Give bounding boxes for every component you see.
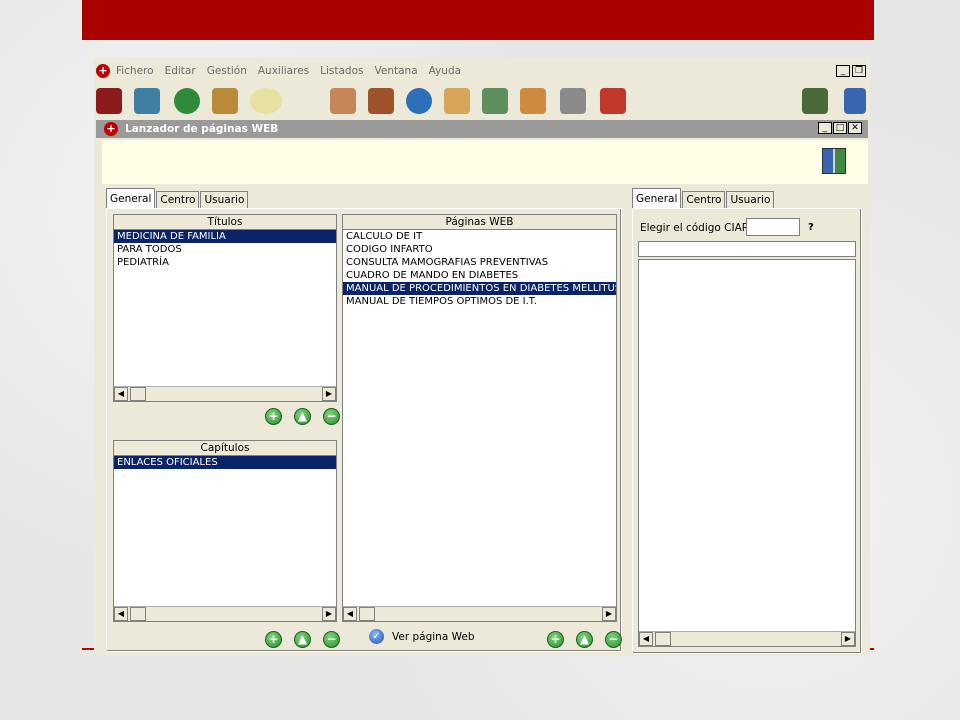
scroll-right-icon[interactable]: ▶ bbox=[322, 387, 336, 401]
exit-door-icon[interactable] bbox=[822, 148, 846, 174]
capitulos-list: Capítulos ENLACES OFICIALES ◀ ▶ bbox=[113, 440, 337, 622]
move-up-icon[interactable]: ▲ bbox=[576, 631, 593, 648]
scroll-right-icon[interactable]: ▶ bbox=[841, 632, 855, 646]
list-item[interactable]: MANUAL DE TIEMPOS OPTIMOS DE I.T. bbox=[343, 295, 616, 308]
menu-auxiliares[interactable]: Auxiliares bbox=[258, 65, 309, 77]
window-title: Lanzador de páginas WEB bbox=[125, 123, 279, 135]
menu-ayuda[interactable]: Ayuda bbox=[429, 65, 461, 77]
info-icon[interactable] bbox=[174, 88, 200, 114]
help-icon[interactable]: ? bbox=[808, 222, 814, 233]
list-item[interactable]: PARA TODOS bbox=[114, 243, 336, 256]
list-item[interactable]: MANUAL DE PROCEDIMIENTOS EN DIABETES MEL… bbox=[343, 282, 616, 295]
tab-usuario[interactable]: Usuario bbox=[200, 191, 249, 208]
column-header: Capítulos bbox=[114, 441, 336, 456]
application-window: + Fichero Editar Gestión Auxiliares List… bbox=[94, 58, 870, 656]
minimize-icon[interactable]: _ bbox=[818, 122, 832, 134]
window-titlebar: + Lanzador de páginas WEB _ □ ✕ bbox=[96, 120, 868, 138]
thumbs-down-icon[interactable] bbox=[330, 88, 356, 114]
house-icon[interactable] bbox=[444, 88, 470, 114]
list-item[interactable]: CUADRO DE MANDO EN DIABETES bbox=[343, 269, 616, 282]
speaker-icon[interactable] bbox=[560, 88, 586, 114]
globe-icon[interactable] bbox=[406, 88, 432, 114]
list-item[interactable]: CALCULO DE IT bbox=[343, 230, 616, 243]
scroll-left-icon[interactable]: ◀ bbox=[343, 607, 357, 621]
add-icon[interactable]: + bbox=[265, 631, 282, 648]
scroll-thumb[interactable] bbox=[359, 607, 375, 621]
tab-general[interactable]: General bbox=[632, 188, 682, 208]
menu-fichero[interactable]: Fichero bbox=[116, 65, 154, 77]
clipboard-icon[interactable] bbox=[802, 88, 828, 114]
tab-general[interactable]: General bbox=[106, 188, 156, 208]
chart-icon[interactable] bbox=[96, 88, 122, 114]
check-icon: ✓ bbox=[369, 629, 384, 644]
add-icon[interactable]: + bbox=[265, 408, 282, 425]
remove-icon[interactable]: − bbox=[323, 631, 340, 648]
move-up-icon[interactable]: ▲ bbox=[294, 408, 311, 425]
close-icon[interactable]: ✕ bbox=[848, 122, 862, 134]
scroll-thumb[interactable] bbox=[655, 632, 671, 646]
menu-gestion[interactable]: Gestión bbox=[207, 65, 247, 77]
menu-listados[interactable]: Listados bbox=[320, 65, 363, 77]
ciap-label: Elegir el código CIAP bbox=[640, 222, 749, 234]
horizontal-scrollbar[interactable]: ◀ ▶ bbox=[639, 631, 855, 646]
minimize-icon[interactable]: _ bbox=[836, 65, 850, 77]
menu-bar: + Fichero Editar Gestión Auxiliares List… bbox=[94, 60, 870, 82]
scroll-thumb[interactable] bbox=[130, 607, 146, 621]
group-icon[interactable] bbox=[520, 88, 546, 114]
scroll-thumb[interactable] bbox=[130, 387, 146, 401]
ciap-code-input[interactable] bbox=[746, 218, 800, 236]
toolbar bbox=[94, 84, 870, 118]
restore-icon[interactable]: ❐ bbox=[852, 65, 866, 77]
add-icon[interactable]: + bbox=[547, 631, 564, 648]
list-item[interactable]: PEDIATRÍA bbox=[114, 256, 336, 269]
list-item[interactable]: MEDICINA DE FAMILIA bbox=[114, 230, 336, 243]
right-panel: Elegir el código CIAP ? ◀ ▶ bbox=[632, 208, 862, 654]
ciap-results-list: ◀ ▶ bbox=[638, 259, 856, 647]
list-item[interactable]: ENLACES OFICIALES bbox=[114, 456, 336, 469]
header-area bbox=[102, 140, 868, 184]
ver-pagina-web-label: Ver página Web bbox=[392, 630, 475, 643]
pill-icon[interactable] bbox=[250, 88, 282, 114]
remove-icon[interactable]: − bbox=[605, 631, 622, 648]
folder-icon[interactable] bbox=[600, 88, 626, 114]
syringe-icon[interactable] bbox=[212, 88, 238, 114]
ver-pagina-web-button[interactable]: ✓ Ver página Web bbox=[369, 629, 474, 644]
menu-ventana[interactable]: Ventana bbox=[375, 65, 418, 77]
tab-usuario[interactable]: Usuario bbox=[726, 191, 775, 208]
slide-accent-line bbox=[82, 648, 94, 650]
window-logo-icon: + bbox=[104, 122, 118, 136]
list-item[interactable]: CONSULTA MAMOGRAFIAS PREVENTIVAS bbox=[343, 256, 616, 269]
move-up-icon[interactable]: ▲ bbox=[294, 631, 311, 648]
horizontal-scrollbar[interactable]: ◀ ▶ bbox=[114, 606, 336, 621]
horizontal-scrollbar[interactable]: ◀ ▶ bbox=[343, 606, 616, 621]
web-launcher-window: + Lanzador de páginas WEB _ □ ✕ General … bbox=[96, 120, 868, 656]
scroll-left-icon[interactable]: ◀ bbox=[114, 387, 128, 401]
envelope-icon[interactable] bbox=[134, 88, 160, 114]
titulos-list: Títulos MEDICINA DE FAMILIA PARA TODOS P… bbox=[113, 214, 337, 402]
exit-door-icon[interactable] bbox=[844, 88, 866, 114]
left-panel: Títulos MEDICINA DE FAMILIA PARA TODOS P… bbox=[106, 208, 622, 652]
app-logo-icon[interactable]: + bbox=[96, 64, 110, 78]
menu-editar[interactable]: Editar bbox=[165, 65, 196, 77]
remove-icon[interactable]: − bbox=[323, 408, 340, 425]
tab-centro[interactable]: Centro bbox=[682, 191, 726, 208]
scroll-right-icon[interactable]: ▶ bbox=[322, 607, 336, 621]
scroll-right-icon[interactable]: ▶ bbox=[602, 607, 616, 621]
list-item[interactable]: CODIGO INFARTO bbox=[343, 243, 616, 256]
slide-header-bar bbox=[82, 0, 874, 40]
column-header: Páginas WEB bbox=[343, 215, 616, 230]
scroll-left-icon[interactable]: ◀ bbox=[114, 607, 128, 621]
column-header: Títulos bbox=[114, 215, 336, 230]
maximize-icon[interactable]: □ bbox=[833, 122, 847, 134]
toolbox-icon[interactable] bbox=[368, 88, 394, 114]
family-icon[interactable] bbox=[482, 88, 508, 114]
paginas-web-list: Páginas WEB CALCULO DE IT CODIGO INFARTO… bbox=[342, 214, 617, 622]
horizontal-scrollbar[interactable]: ◀ ▶ bbox=[114, 386, 336, 401]
scroll-left-icon[interactable]: ◀ bbox=[639, 632, 653, 646]
ciap-description-field bbox=[638, 241, 856, 257]
tab-centro[interactable]: Centro bbox=[156, 191, 200, 208]
